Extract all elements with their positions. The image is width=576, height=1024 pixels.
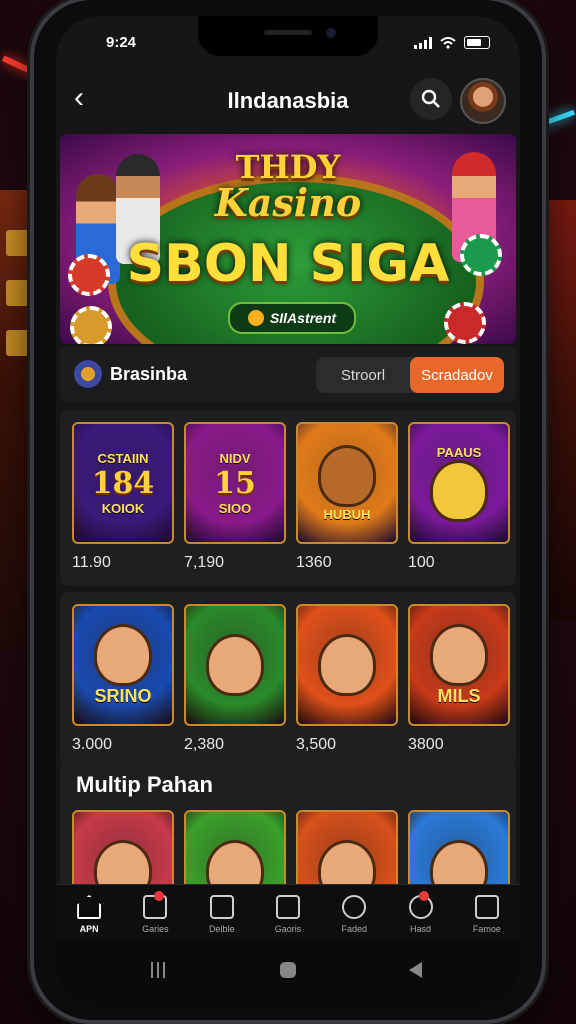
game-character-art xyxy=(206,634,264,696)
toggle-option[interactable]: Scradadov xyxy=(410,357,504,393)
chat-icon xyxy=(342,895,367,919)
search-icon xyxy=(421,89,440,108)
status-bar: 9:24 xyxy=(56,34,520,56)
bottom-tab-bar: APN Garies Delble Gaoris Faded Hasd Famoe xyxy=(56,884,520,941)
games-section-2: SRINO 3.000 2,380 3,500 MILS 3800 xyxy=(60,592,516,764)
close-icon xyxy=(275,895,300,919)
game-thumbnail[interactable]: PAAUS xyxy=(408,422,510,544)
game-title-top: NIDV xyxy=(219,450,251,466)
game-character-art xyxy=(318,444,376,507)
game-thumbnail[interactable]: MILS xyxy=(408,604,510,726)
game-thumbnail[interactable] xyxy=(184,604,286,726)
game-title: MILS xyxy=(437,685,481,706)
signal-icon xyxy=(414,36,432,49)
game-title-top: PAAUS xyxy=(436,444,482,460)
casino-chip-icon xyxy=(444,302,486,344)
game-character-art xyxy=(94,623,152,686)
game-value: 100 xyxy=(408,554,435,571)
game-tile[interactable]: HUBUH 1360 xyxy=(296,422,398,572)
tab-famoe[interactable]: Famoe xyxy=(454,885,520,941)
banner-button[interactable]: SIlAstrent xyxy=(228,302,356,334)
tab-label: Garies xyxy=(142,924,169,934)
tab-label: Delble xyxy=(208,924,235,934)
toggle-option[interactable]: Stroorl xyxy=(316,357,410,393)
game-title-number: 15 xyxy=(214,465,256,501)
tab-label: Hasd xyxy=(410,924,432,934)
settings-icon xyxy=(474,895,499,919)
banner-button-label: SIlAstrent xyxy=(269,310,337,326)
screen: 9:24 ‹ Ilndanasbia THDY Kasino SBON SIGA… xyxy=(56,16,520,1006)
avatar[interactable] xyxy=(460,78,506,124)
game-tile[interactable]: NIDV 15 SIOO 7,190 xyxy=(184,422,286,572)
section-title: Multip Pahan xyxy=(76,772,213,797)
game-tile[interactable]: 2,380 xyxy=(184,604,286,754)
games-section-1: CSTAIIN 184 KOIOK 11.90 NIDV 15 SIOO 7,190 HUBUH… xyxy=(60,410,516,586)
banner-line-2: Kasino xyxy=(214,180,362,225)
app-header: ‹ Ilndanasbia xyxy=(56,74,520,124)
search-button[interactable] xyxy=(410,78,452,120)
tab-garies[interactable]: Garies xyxy=(122,885,188,941)
game-value: 7,190 xyxy=(184,554,225,571)
promo-banner[interactable]: THDY Kasino SBON SIGA SIlAstrent xyxy=(60,134,516,344)
tab-label: Gaoris xyxy=(274,924,302,934)
game-value: 3,500 xyxy=(296,736,337,753)
back-icon[interactable] xyxy=(406,960,426,980)
segmented-toggle: Stroorl Scradadov xyxy=(316,357,504,393)
game-character-art xyxy=(318,634,376,696)
game-thumbnail[interactable]: NIDV 15 SIOO xyxy=(184,422,286,544)
game-value: 3800 xyxy=(408,736,444,753)
heart-icon xyxy=(247,310,264,326)
game-tile[interactable]: SRINO 3.000 xyxy=(72,604,174,754)
list-icon xyxy=(209,895,234,919)
banner-line-3: SBON SIGA xyxy=(126,234,450,294)
brand-logo xyxy=(74,360,102,388)
game-thumbnail[interactable] xyxy=(296,604,398,726)
game-title-bottom: KOIOK xyxy=(101,500,145,516)
casino-chip-icon xyxy=(70,306,112,344)
game-title-number: 184 xyxy=(91,465,155,501)
game-thumbnail[interactable]: HUBUH xyxy=(296,422,398,544)
game-value: 11.90 xyxy=(72,554,111,571)
game-title-top: CSTAIIN xyxy=(97,450,149,466)
tab-label: Faded xyxy=(341,924,368,934)
tab-label: Famoe xyxy=(472,924,501,934)
game-character-art xyxy=(430,459,488,522)
brand-row: Brasinba Stroorl Scradadov xyxy=(60,346,516,402)
game-title-bottom: SIOO xyxy=(218,500,252,516)
brand-name: Brasinba xyxy=(110,364,188,384)
home-icon[interactable] xyxy=(278,960,298,980)
wifi-icon xyxy=(440,36,456,49)
game-tile[interactable]: CSTAIIN 184 KOIOK 11.90 xyxy=(72,422,174,572)
game-tile[interactable]: MILS 3800 xyxy=(408,604,510,754)
games-section-3: Multip Pahan xyxy=(60,760,516,932)
game-value: 1360 xyxy=(296,554,332,571)
game-tile[interactable]: 3,500 xyxy=(296,604,398,754)
home-icon xyxy=(77,895,102,919)
tab-faded[interactable]: Faded xyxy=(321,885,387,941)
game-title-bottom: HUBUH xyxy=(323,506,371,522)
game-thumbnail[interactable]: CSTAIIN 184 KOIOK xyxy=(72,422,174,544)
system-nav-bar xyxy=(56,940,520,1006)
tab-delble[interactable]: Delble xyxy=(189,885,255,941)
recent-apps-icon[interactable] xyxy=(148,960,168,980)
tab-apn[interactable]: APN xyxy=(56,885,122,941)
tab-label: APN xyxy=(79,924,99,934)
game-value: 3.000 xyxy=(72,736,113,753)
game-value: 2,380 xyxy=(184,736,225,753)
game-character-art xyxy=(430,623,488,686)
game-tile[interactable]: PAAUS 100 xyxy=(408,422,510,572)
phone-frame: 9:24 ‹ Ilndanasbia THDY Kasino SBON SIGA… xyxy=(34,0,542,1020)
status-time: 9:24 xyxy=(106,34,137,51)
tab-hasd[interactable]: Hasd xyxy=(387,885,453,941)
game-title: SRINO xyxy=(94,685,152,706)
tab-gaoris[interactable]: Gaoris xyxy=(255,885,321,941)
battery-icon xyxy=(464,36,490,49)
game-thumbnail[interactable]: SRINO xyxy=(72,604,174,726)
